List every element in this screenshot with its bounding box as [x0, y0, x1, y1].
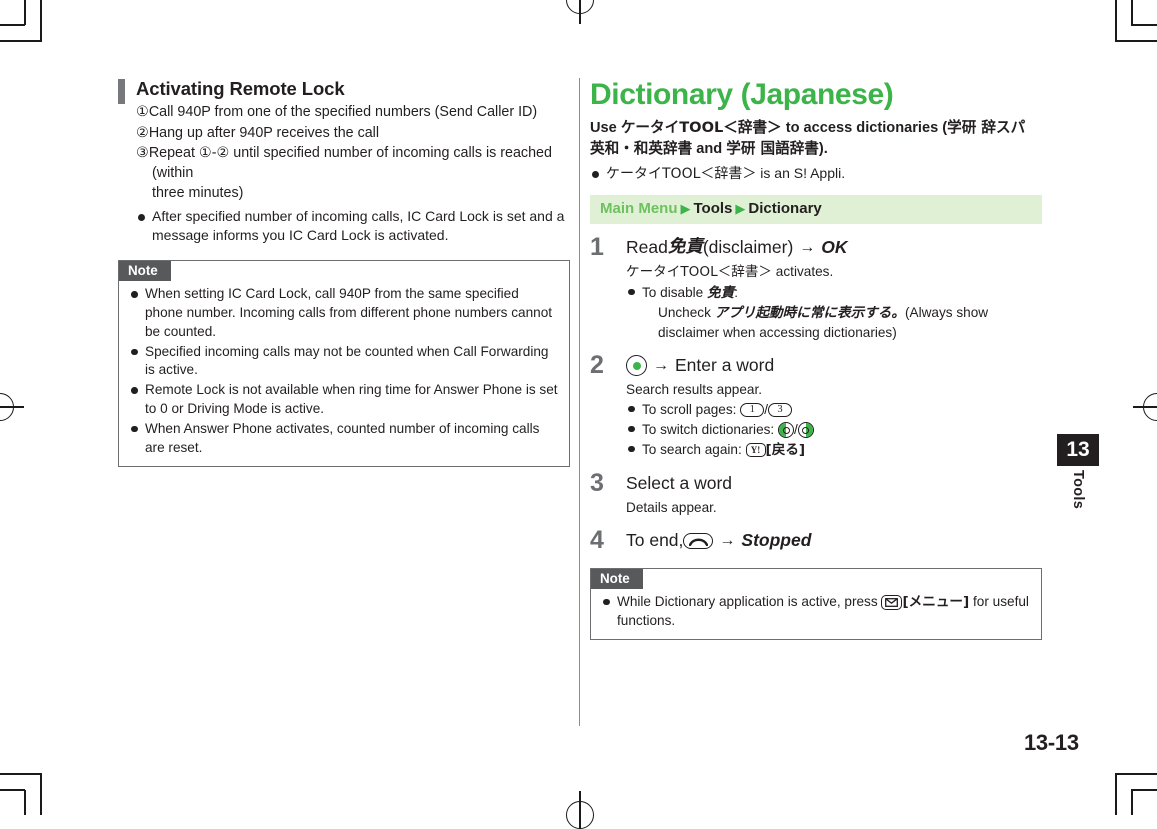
step-1-head-pre: Read	[626, 236, 668, 257]
yahoo-softkey-icon: Y!	[745, 443, 766, 458]
step-1-uncheck-line: Uncheck アプリ起動時に常に表示する。(Always show	[642, 303, 1042, 323]
section-heading-activating-remote-lock: Activating Remote Lock	[118, 78, 570, 104]
menu-path-dictionary: Dictionary	[748, 200, 822, 218]
page-number: 13-13	[1024, 730, 1079, 755]
intro-bullet-keitai-tool-jisho: ケータイTOOL＜辞書＞	[606, 165, 757, 182]
step-2-heading: → Enter a word	[626, 355, 1042, 377]
step-2-scroll-label: To scroll pages:	[642, 401, 741, 417]
note-right-menu-bracket: [メニュー]	[902, 593, 970, 610]
circled-step-3: ③Repeat ①-② until specified number of in…	[136, 144, 552, 182]
step-2-head-text: Enter a word	[675, 354, 775, 375]
note-left-bullet-2: Specified incoming calls may not be coun…	[129, 343, 559, 381]
key-3-icon: 3	[768, 403, 793, 418]
step-1-head-mid: (disclaimer)	[702, 236, 794, 257]
step-1-uncheck-jp: アプリ起動時に常に表示する。	[714, 304, 905, 321]
step-1-uncheck-post: (Always show	[904, 304, 989, 320]
step-4: 4 To end, → Stopped	[590, 525, 1042, 554]
step-2-number: 2	[590, 350, 604, 379]
step-3-body: Details appear.	[626, 499, 717, 515]
step-2-body: Search results appear. To scroll pages: …	[626, 380, 1042, 460]
step-1-body-line-1: ケータイTOOL＜辞書＞ activates.	[626, 262, 1042, 282]
step-1-uncheck-pre: Uncheck	[658, 304, 715, 320]
menu-path-main-menu: Main Menu	[600, 200, 678, 218]
step-2-modoru-bracket: [戻る]	[765, 441, 806, 458]
chevron-right-icon-1: ▶	[680, 201, 691, 217]
menu-path-tools: Tools	[693, 200, 733, 218]
note-left-bullet-3: Remote Lock is not available when ring t…	[129, 381, 559, 419]
step-2-bullet-scroll: To scroll pages: 1/3	[626, 400, 1042, 419]
note-label-right: Note	[591, 568, 643, 589]
step-2-search-label: To search again:	[642, 441, 746, 457]
step-2-body-line-1: Search results appear.	[626, 381, 763, 397]
note-box-right: Note While Dictionary application is act…	[590, 567, 1042, 641]
left-bullet-1: After specified number of incoming calls…	[136, 207, 570, 246]
step-1-menjo-jp: 免責	[667, 236, 703, 257]
step-1-bullet-disable: To disable 免責: Uncheck アプリ起動時に常に表示する。(Al…	[626, 283, 1042, 342]
note-right-pre: While Dictionary application is active, …	[617, 593, 882, 609]
note-label: Note	[119, 260, 171, 282]
page-title: Dictionary (Japanese)	[590, 78, 894, 111]
step-1-bullet-post: :	[734, 284, 738, 300]
step-4-result-stopped: Stopped	[741, 529, 812, 550]
menu-path-bar: Main Menu ▶ Tools ▶ Dictionary	[590, 195, 1042, 224]
step-1-heading: Read 免責 (disclaimer) → OK	[626, 237, 1042, 259]
circled-steps-list: ①Call 940P from one of the specified num…	[136, 102, 570, 203]
step-1-bullet-pre: To disable	[642, 284, 707, 300]
section-title: Activating Remote Lock	[136, 78, 345, 99]
arrow-icon-step-4: →	[719, 531, 736, 549]
step-1-bullet-menjo-jp: 免責	[707, 284, 735, 301]
intro-bullet-text: is an S! Appli.	[756, 164, 846, 181]
manual-page: Activating Remote Lock ①Call 940P from o…	[0, 0, 1157, 815]
right-softkey-icon	[797, 422, 814, 439]
step-3: 3 Select a word Details appear.	[590, 468, 1042, 517]
arrow-icon-step-2: →	[653, 356, 669, 374]
left-column: Activating Remote Lock ①Call 940P from o…	[118, 78, 570, 468]
center-select-key-icon	[626, 355, 647, 377]
step-2-bullet-switch: To switch dictionaries: /	[626, 420, 1042, 439]
intro-gakken-jisupa: 学研 辞スパ	[947, 119, 1026, 136]
note-left-bullet-4: When Answer Phone activates, counted num…	[129, 420, 559, 458]
section-accent-bar	[118, 79, 125, 104]
step-2-switch-label: To switch dictionaries:	[642, 421, 778, 437]
step-2-bullet-search-again: To search again: Y! [戻る]	[626, 440, 1042, 460]
end-call-key-icon	[683, 532, 714, 549]
note-box-left: Note When setting IC Card Lock, call 940…	[118, 259, 570, 468]
circled-step-1: ①Call 940P from one of the specified num…	[136, 104, 538, 121]
chevron-right-icon-2: ▶	[735, 201, 746, 217]
step-1-uncheck-line-2: disclaimer when accessing dictionaries)	[658, 324, 897, 340]
arrow-icon-step-1: →	[799, 238, 816, 256]
step-1-body: ケータイTOOL＜辞書＞ activates. To disable 免責: U…	[626, 262, 1042, 342]
step-1-keitai-tool-jisho: ケータイTOOL＜辞書＞	[626, 263, 773, 280]
note-right-bullet-1: While Dictionary application is active, …	[601, 593, 1031, 631]
circled-step-2: ②Hang up after 940P receives the call	[136, 124, 380, 141]
intro-keitai-tool-jisho-1: ケータイTOOL＜辞書＞	[620, 119, 782, 136]
step-3-number: 3	[590, 468, 604, 497]
step-4-heading: To end, → Stopped	[626, 530, 1042, 552]
note-left-bullet-1: When setting IC Card Lock, call 940P fro…	[129, 285, 559, 341]
step-4-number: 4	[590, 525, 604, 554]
step-1-number: 1	[590, 232, 604, 261]
intro-bullet: ケータイTOOL＜辞書＞ is an S! Appli.	[590, 164, 1042, 185]
step-1: 1 Read 免責 (disclaimer) → OK ケータイTOOL＜辞書＞ a…	[590, 232, 1042, 342]
intro-text-close: ).	[818, 140, 828, 157]
mail-key-icon	[881, 594, 903, 610]
intro-text-a: Use	[590, 120, 621, 136]
step-4-head-pre: To end,	[626, 529, 684, 550]
step-1-activates-text: activates.	[772, 263, 834, 279]
intro-eiwa-waei-jisho: 英和・和英辞書	[590, 139, 693, 157]
step-2: 2 → Enter a word Search results appear. T…	[590, 350, 1042, 460]
step-1-result-ok: OK	[821, 236, 848, 257]
column-divider	[579, 78, 580, 726]
intro-paragraph: Use ケータイTOOL＜辞書＞ to access dictionaries …	[590, 118, 1042, 160]
intro-text-b: to access dictionaries (	[781, 120, 948, 136]
circled-step-3-continued: three minutes)	[152, 185, 244, 202]
key-1-icon: 1	[740, 403, 765, 418]
intro-gakken-kokugo-jisho: 学研 国語辞書	[726, 139, 819, 157]
left-softkey-icon	[778, 422, 794, 439]
step-3-heading: Select a word	[626, 472, 733, 493]
chapter-label: Tools	[1070, 470, 1086, 510]
right-column: Dictionary (Japanese) Use ケータイTOOL＜辞書＞ t…	[590, 78, 1042, 641]
intro-text-and: and	[692, 140, 727, 157]
chapter-number-tab: 13	[1057, 434, 1099, 466]
